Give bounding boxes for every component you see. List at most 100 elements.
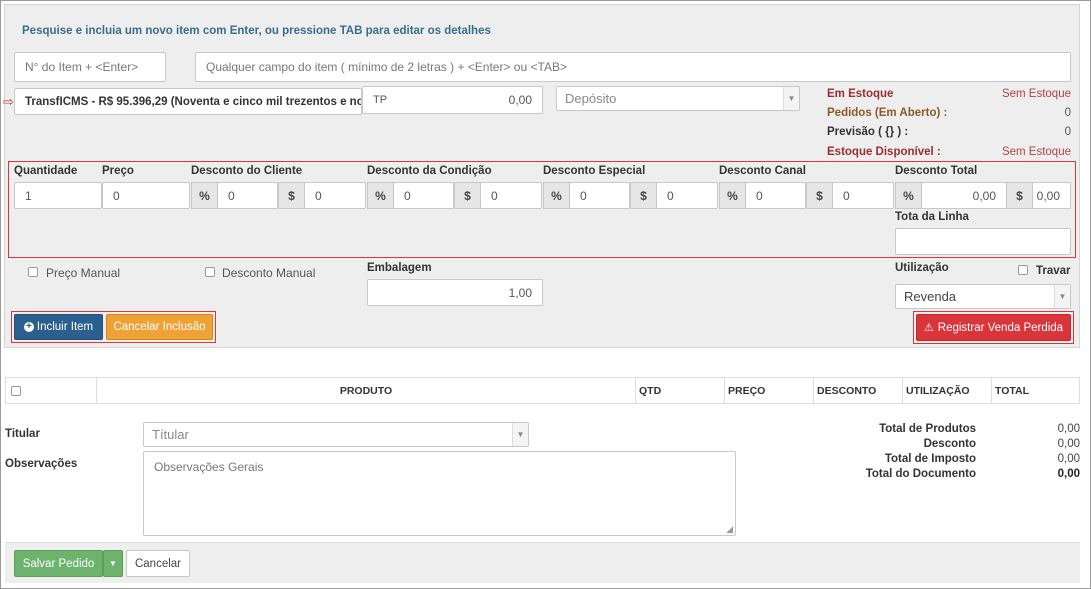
preco-input[interactable]: 0 [102, 182, 190, 209]
desc-total-val-input[interactable]: 0,00 [1032, 182, 1071, 209]
selected-item-field[interactable]: TransfICMS - R$ 95.396,29 (Noventa e cin… [14, 88, 362, 115]
arrow-right-icon: ⇨ [3, 94, 14, 109]
total-produtos-value: 0,00 [1057, 423, 1080, 435]
em-estoque-value: Sem Estoque [1001, 88, 1071, 100]
col-total[interactable]: TOTAL [991, 378, 1029, 404]
warning-icon: ⚠ [923, 322, 934, 334]
desc-condicao-pct-value: 0 [404, 188, 411, 203]
cancelar-label: Cancelar [134, 557, 182, 570]
salvar-options-dropdown[interactable]: ▼ [103, 550, 123, 577]
total-produtos-label: Total de Produtos [879, 423, 976, 435]
desc-total-pct-input[interactable]: 0,00 [921, 182, 1007, 209]
selected-item-text: TransfICMS - R$ 95.396,29 (Noventa e cin… [25, 95, 362, 108]
desc-cliente-pct-input[interactable]: 0 [217, 182, 278, 209]
instruction-text: Pesquise e incluia um novo item com Ente… [22, 25, 491, 37]
percent-addon: % [543, 182, 570, 209]
tp-label: TP [373, 94, 388, 106]
embalagem-value: 1,00 [508, 285, 532, 300]
deposit-placeholder: Depósito [565, 91, 617, 106]
total-linha-input[interactable] [895, 228, 1071, 255]
preco-manual-checkbox[interactable] [28, 267, 38, 277]
utilizacao-label: Utilização [895, 262, 949, 274]
desc-cliente-val-input[interactable]: 0 [304, 182, 366, 209]
currency-addon: $ [454, 182, 481, 209]
desconto-summary-value: 0,00 [1057, 438, 1080, 450]
embalagem-label: Embalagem [367, 262, 432, 274]
disponivel-label: Estoque Disponível : [827, 146, 941, 158]
desc-cliente-val-value: 0 [315, 188, 322, 203]
currency-addon: $ [630, 182, 657, 209]
items-table-header: PRODUTO QTD PREÇO DESCONTO UTILIZAÇÃO TO… [5, 377, 1080, 404]
quantidade-value: 1 [25, 188, 32, 203]
observacoes-label: Observações [5, 458, 78, 470]
desc-condicao-pct-input[interactable]: 0 [393, 182, 454, 209]
percent-addon: % [191, 182, 218, 209]
total-imposto-label: Total de Imposto [884, 453, 976, 465]
embalagem-input[interactable]: 1,00 [367, 279, 543, 306]
titular-select[interactable]: Títular ▼ [143, 422, 529, 447]
plus-circle-icon: + [23, 322, 34, 332]
desc-especial-pct-input[interactable]: 0 [569, 182, 630, 209]
desc-total-pct-value: 0,00 [972, 188, 996, 203]
tp-field[interactable]: TP 0,00 [362, 86, 543, 114]
desc-total-val-value: 0,00 [1036, 188, 1060, 203]
desc-cliente-pct-value: 0 [228, 188, 235, 203]
pedidos-label: Pedidos (Em Aberto) : [827, 107, 948, 119]
quantidade-input[interactable]: 1 [14, 182, 102, 209]
desc-canal-label: Desconto Canal [719, 165, 806, 177]
cancelar-inclusao-button[interactable]: Cancelar Inclusão [106, 314, 213, 340]
col-qtd[interactable]: QTD [635, 378, 661, 404]
deposit-select[interactable]: Depósito ▼ [556, 86, 800, 111]
salvar-pedido-button[interactable]: Salvar Pedido [14, 550, 103, 577]
preco-label: Preço [102, 165, 134, 177]
col-desconto[interactable]: DESCONTO [813, 378, 876, 404]
observacoes-placeholder: Observações Gerais [154, 460, 264, 474]
currency-addon: $ [1006, 182, 1033, 209]
em-estoque-label: Em Estoque [827, 88, 894, 100]
col-preco[interactable]: PREÇO [724, 378, 765, 404]
previsao-label: Previsão ( {} ) : [827, 126, 909, 138]
desc-especial-val-input[interactable]: 0 [656, 182, 718, 209]
previsao-value: 0 [1064, 126, 1071, 138]
utilizacao-value: Revenda [904, 289, 957, 304]
resize-handle-icon[interactable]: ◢ [726, 524, 733, 535]
item-search-input[interactable]: Qualquer campo do item ( mínimo de 2 let… [195, 52, 1071, 82]
select-all-checkbox[interactable] [11, 386, 21, 396]
pedidos-value: 0 [1064, 107, 1071, 119]
percent-addon: % [367, 182, 394, 209]
desc-canal-pct-value: 0 [756, 188, 763, 203]
col-produto[interactable]: PRODUTO [97, 378, 635, 404]
incluir-item-button[interactable]: + Incluir Item [14, 314, 103, 340]
utilizacao-select[interactable]: Revenda ▼ [895, 284, 1071, 309]
desc-condicao-label: Desconto da Condição [367, 165, 492, 177]
cancelar-button[interactable]: Cancelar [126, 550, 190, 577]
preco-value: 0 [113, 188, 120, 203]
preco-manual-label: Preço Manual [46, 266, 121, 280]
desc-canal-val-value: 0 [843, 188, 850, 203]
col-utilizacao[interactable]: UTILIZAÇÃO [902, 378, 970, 404]
desc-total-label: Desconto Total [895, 165, 978, 177]
chevron-down-icon: ▼ [783, 87, 799, 110]
desconto-manual-checkbox[interactable] [205, 267, 215, 277]
travar-checkbox[interactable] [1018, 265, 1028, 275]
desc-especial-label: Desconto Especial [543, 165, 646, 177]
registrar-venda-perdida-button[interactable]: ⚠ Registrar Venda Perdida [916, 314, 1071, 341]
travar-label: Travar [1036, 265, 1071, 277]
cancelar-inclusao-label: Cancelar Inclusão [113, 321, 206, 333]
desc-condicao-val-input[interactable]: 0 [480, 182, 542, 209]
caret-down-icon: ▼ [109, 559, 117, 568]
desc-canal-val-input[interactable]: 0 [832, 182, 894, 209]
desconto-manual-label: Desconto Manual [222, 266, 316, 280]
incluir-item-label: Incluir Item [36, 321, 94, 333]
item-entry-panel: Pesquise e incluia um novo item com Ente… [3, 4, 1080, 348]
desc-especial-pct-value: 0 [580, 188, 587, 203]
desc-condicao-val-value: 0 [491, 188, 498, 203]
total-linha-label: Tota da Linha [895, 211, 969, 223]
tp-value: 0,00 [508, 93, 532, 107]
percent-addon: % [895, 182, 922, 209]
item-number-input[interactable]: N° do Item + <Enter> [14, 52, 166, 82]
observacoes-textarea[interactable]: Observações Gerais ◢ [143, 451, 736, 536]
currency-addon: $ [806, 182, 833, 209]
desc-canal-pct-input[interactable]: 0 [745, 182, 806, 209]
total-imposto-value: 0,00 [1057, 453, 1080, 465]
